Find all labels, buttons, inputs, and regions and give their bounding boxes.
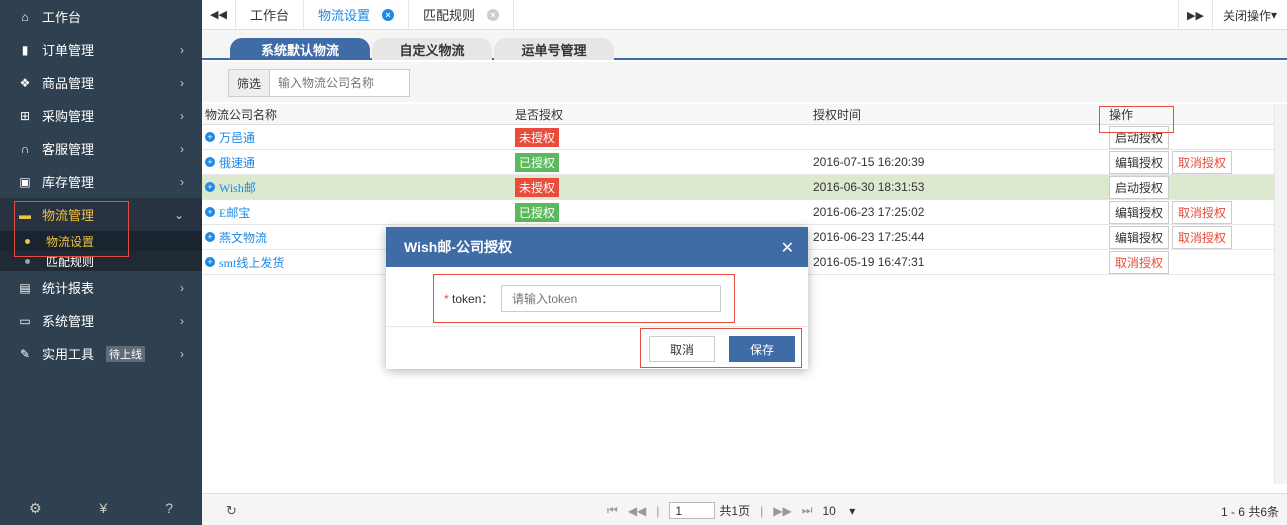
- token-input[interactable]: [501, 285, 721, 312]
- dialog-header: Wish邮-公司授权 ✕: [386, 227, 808, 267]
- dialog-body: * token：: [386, 267, 808, 327]
- token-label: * token：: [444, 292, 494, 306]
- cancel-button[interactable]: 取消: [649, 336, 715, 362]
- dialog-footer: 取消 保存: [386, 327, 808, 369]
- save-button[interactable]: 保存: [729, 336, 795, 362]
- close-icon[interactable]: ✕: [781, 238, 794, 258]
- modal-layer: Wish邮-公司授权 ✕ * token： 取消 保存: [0, 0, 1287, 525]
- dialog-title: Wish邮-公司授权: [404, 239, 512, 255]
- authorization-dialog: Wish邮-公司授权 ✕ * token： 取消 保存: [386, 227, 808, 369]
